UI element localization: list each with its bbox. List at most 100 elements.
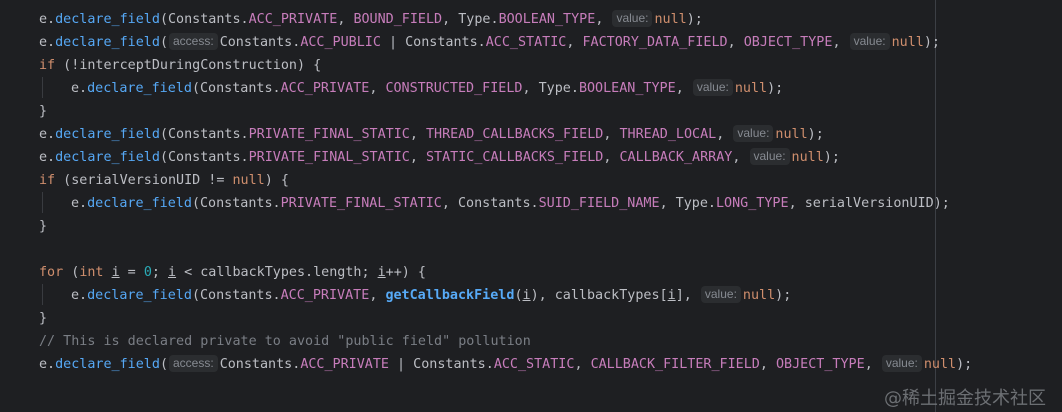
- code-token: e.: [71, 81, 88, 96]
- inlay-hint: value:: [692, 79, 733, 96]
- code-token: PRIVATE_FINAL_STATIC: [248, 127, 410, 142]
- code-token: e.: [71, 288, 88, 303]
- code-token: int: [79, 265, 104, 280]
- code-token: OBJECT_TYPE: [743, 35, 833, 50]
- code-token: ACC_PUBLIC: [300, 35, 381, 50]
- code-token: ,: [788, 196, 805, 211]
- indent-guide: [42, 192, 43, 213]
- code-token: (Constants.: [159, 127, 249, 142]
- code-token: ,: [727, 35, 744, 50]
- code-token: | Constants.: [380, 35, 486, 50]
- code-token: declare_field: [55, 127, 160, 142]
- code-token: }: [39, 311, 48, 326]
- code-token: (Constants.: [191, 196, 281, 211]
- code-token: (Constants.: [191, 288, 281, 303]
- code-line[interactable]: e.declare_field(Constants.PRIVATE_FINAL_…: [39, 146, 840, 169]
- code-line[interactable]: for (int i = 0; i < callbackTypes.length…: [39, 261, 426, 284]
- code-token: (Constants.: [191, 81, 281, 96]
- code-token: , Type.: [522, 81, 579, 96]
- code-token: null: [742, 288, 776, 303]
- watermark: @稀土掘金技术社区: [884, 388, 1046, 409]
- code-token: SUID_FIELD_NAME: [538, 196, 660, 211]
- inlay-hint: value:: [733, 125, 774, 142]
- code-line[interactable]: e.declare_field(Constants.ACC_PRIVATE, B…: [39, 8, 703, 31]
- code-token: ACC_PRIVATE: [280, 288, 370, 303]
- code-token: OBJECT_TYPE: [776, 357, 865, 372]
- code-line[interactable]: e.declare_field(access: Constants.ACC_PUB…: [39, 31, 940, 54]
- loop-variable: i: [111, 265, 120, 280]
- code-editor[interactable]: e.declare_field(Constants.ACC_PRIVATE, B…: [0, 0, 1062, 412]
- loop-variable: i: [168, 265, 177, 280]
- code-token: STATIC_CALLBACKS_FIELD: [426, 150, 604, 165]
- code-token: declare_field: [55, 150, 160, 165]
- code-token: if: [39, 58, 56, 73]
- code-token: PRIVATE_FINAL_STATIC: [280, 196, 442, 211]
- code-token: ,: [864, 357, 881, 372]
- code-token: , Type.: [442, 12, 499, 27]
- code-token: null: [775, 127, 808, 142]
- code-token: ;: [151, 265, 168, 280]
- code-line[interactable]: e.declare_field(access: Constants.ACC_PRI…: [39, 353, 972, 376]
- inlay-hint: access:: [169, 355, 218, 372]
- code-token: e.: [39, 35, 56, 50]
- inlay-hint: value:: [881, 355, 922, 372]
- code-token: );: [807, 127, 824, 142]
- code-token: (: [63, 265, 80, 280]
- code-token: serialVersionUID: [804, 196, 934, 211]
- code-token: declare_field: [87, 196, 192, 211]
- code-token: ,: [675, 81, 692, 96]
- code-line[interactable]: }: [39, 215, 47, 238]
- code-token: CONSTRUCTED_FIELD: [385, 81, 523, 96]
- code-token: | Constants.: [389, 357, 494, 372]
- code-line[interactable]: // This is declared private to avoid "pu…: [39, 330, 531, 353]
- code-token: Constants.: [219, 357, 301, 372]
- code-token: e.: [39, 127, 56, 142]
- code-line[interactable]: }: [39, 307, 47, 330]
- loop-variable: i: [667, 288, 676, 303]
- code-line[interactable]: e.declare_field(Constants.ACC_PRIVATE, C…: [71, 77, 783, 100]
- code-token: < callbackTypes.length;: [176, 265, 378, 280]
- code-line[interactable]: if (!interceptDuringConstruction) {: [39, 54, 321, 77]
- code-token: CALLBACK_FILTER_FIELD: [590, 357, 760, 372]
- loop-variable: i: [522, 288, 531, 303]
- method-call: getCallbackField: [385, 288, 515, 303]
- code-line[interactable]: e.declare_field(Constants.PRIVATE_FINAL_…: [71, 192, 950, 215]
- code-token: null: [232, 173, 265, 188]
- code-token: declare_field: [55, 12, 160, 27]
- code-token: ,: [409, 127, 426, 142]
- code-token: ACC_STATIC: [485, 35, 567, 50]
- code-token: ,: [759, 357, 776, 372]
- code-token: LONG_TYPE: [716, 196, 789, 211]
- code-token: declare_field: [55, 357, 160, 372]
- code-token: if: [39, 173, 56, 188]
- code-token: (Constants.: [159, 150, 249, 165]
- code-token: ) {: [264, 173, 289, 188]
- code-line[interactable]: e.declare_field(Constants.PRIVATE_FINAL_…: [39, 123, 824, 146]
- code-token: ACC_PRIVATE: [248, 12, 338, 27]
- code-token: ,: [337, 12, 354, 27]
- code-token: (Constants.: [159, 12, 249, 27]
- code-token: 0: [143, 265, 152, 280]
- code-token: );: [767, 81, 784, 96]
- code-token: );: [923, 35, 940, 50]
- code-token: e.: [39, 12, 56, 27]
- code-token: THREAD_LOCAL: [619, 127, 717, 142]
- code-token: , Type.: [659, 196, 716, 211]
- code-token: );: [686, 12, 703, 27]
- code-token: BOUND_FIELD: [353, 12, 443, 27]
- code-token: ) {: [296, 58, 322, 73]
- inlay-hint: value:: [849, 33, 890, 50]
- code-token: CALLBACK_ARRAY: [619, 150, 733, 165]
- loop-variable: i: [377, 265, 386, 280]
- code-line[interactable]: e.declare_field(Constants.ACC_PRIVATE, g…: [71, 284, 791, 307]
- code-token: ,: [603, 127, 620, 142]
- code-token: );: [823, 150, 840, 165]
- code-token: serialVersionUID: [71, 173, 201, 188]
- code-line[interactable]: if (serialVersionUID != null) {: [39, 169, 289, 192]
- code-token: (: [159, 35, 168, 50]
- code-token: interceptDuringConstruction: [79, 58, 297, 73]
- code-token: }: [39, 104, 48, 119]
- code-line[interactable]: }: [39, 100, 47, 123]
- indent-guide: [42, 284, 43, 305]
